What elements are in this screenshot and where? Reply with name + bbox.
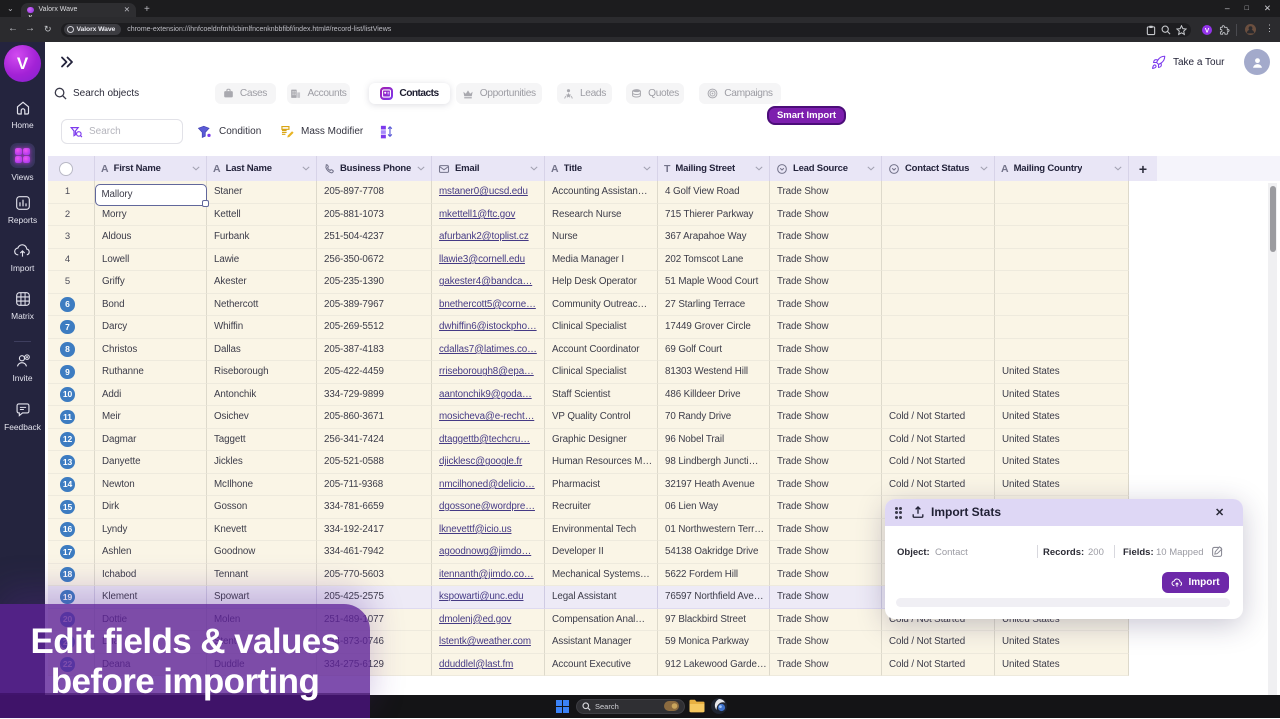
svg-text:V: V xyxy=(1205,27,1210,34)
